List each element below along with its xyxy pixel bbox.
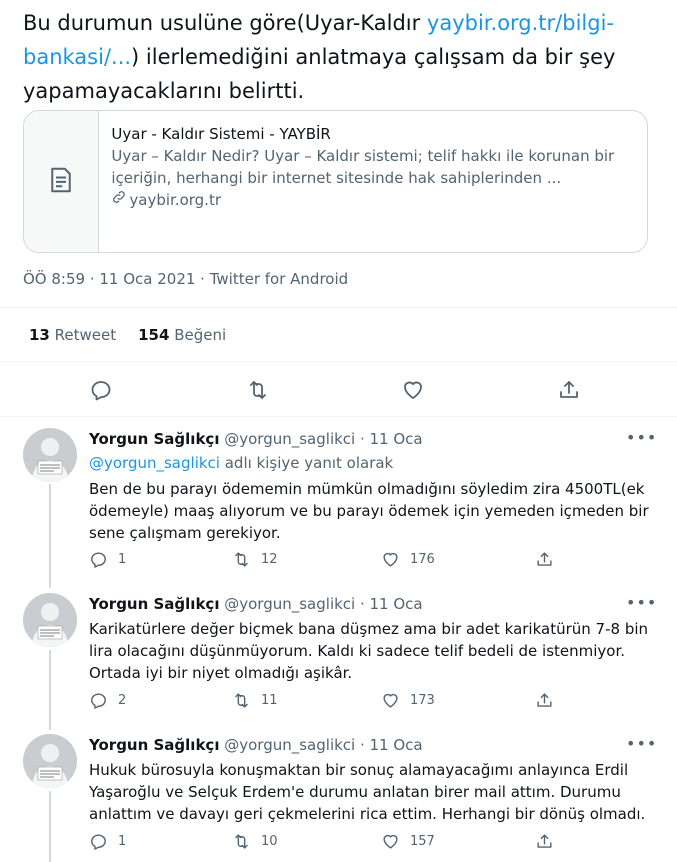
avatar[interactable] bbox=[23, 428, 77, 482]
card-description: Uyar – Kaldır Nedir? Uyar – Kaldır siste… bbox=[111, 147, 615, 187]
card-domain-text: yaybir.org.tr bbox=[129, 191, 222, 209]
tweet-timestamp[interactable]: ÖÖ 8:59 · 11 Oca 2021 · Twitter for Andr… bbox=[23, 270, 348, 288]
reply-icon bbox=[91, 552, 106, 568]
avatar[interactable] bbox=[23, 734, 77, 788]
share-icon bbox=[537, 693, 552, 707]
reply-count: 1 bbox=[118, 834, 127, 849]
retweet-icon bbox=[235, 552, 248, 567]
reply-actions: 1 10 157 bbox=[89, 832, 559, 856]
like-label: Beğeni bbox=[174, 326, 227, 344]
like-button[interactable]: 176 bbox=[381, 550, 435, 569]
tweet-stats: 13 Retweet 154 Beğeni bbox=[29, 326, 226, 344]
more-options-icon[interactable]: ••• bbox=[626, 428, 656, 447]
reply-header: Yorgun Sağlıkçı @yorgun_saglikci · 11 Oc… bbox=[89, 430, 423, 448]
link-preview-card[interactable]: Uyar - Kaldır Sistemi - YAYBİR Uyar – Ka… bbox=[23, 110, 648, 253]
retweet-button[interactable]: 10 bbox=[232, 832, 278, 851]
card-title: Uyar - Kaldır Sistemi - YAYBİR bbox=[111, 125, 331, 143]
avatar[interactable] bbox=[23, 593, 77, 647]
document-icon bbox=[46, 165, 76, 199]
card-body: Uyar - Kaldır Sistemi - YAYBİR Uyar – Ka… bbox=[99, 111, 647, 252]
thread-line bbox=[49, 484, 51, 588]
reply-button[interactable]: 2 bbox=[89, 691, 126, 710]
reply-text: Hukuk bürosuyla konuşmaktan bir sonuç al… bbox=[89, 761, 646, 823]
share-icon bbox=[537, 552, 552, 566]
more-options-icon[interactable]: ••• bbox=[626, 593, 656, 612]
author-name[interactable]: Yorgun Sağlıkçı bbox=[89, 595, 219, 613]
retweet-icon[interactable] bbox=[246, 378, 270, 402]
share-icon bbox=[537, 834, 552, 848]
reply-icon bbox=[91, 693, 106, 709]
divider bbox=[0, 361, 677, 362]
retweet-icon bbox=[235, 693, 248, 708]
card-thumbnail bbox=[24, 111, 100, 252]
reply-icon[interactable] bbox=[89, 378, 113, 402]
card-domain: yaybir.org.tr bbox=[111, 189, 635, 211]
like-button[interactable]: 173 bbox=[381, 691, 435, 710]
like-count: 173 bbox=[410, 693, 435, 708]
reply-text: Ben de bu parayı ödememin mümkün olmadığ… bbox=[89, 480, 649, 542]
retweet-stat[interactable]: 13 Retweet bbox=[29, 326, 116, 344]
reply-button[interactable]: 1 bbox=[89, 550, 126, 569]
share-icon[interactable] bbox=[557, 378, 581, 402]
like-count: 176 bbox=[410, 552, 435, 567]
reply-icon bbox=[91, 834, 106, 850]
reply-to-handle[interactable]: @yorgun_saglikci bbox=[89, 454, 220, 472]
author-name[interactable]: Yorgun Sağlıkçı bbox=[89, 736, 219, 754]
like-icon bbox=[383, 693, 398, 708]
reply-to-suffix: adlı kişiye yanıt olarak bbox=[219, 454, 394, 472]
retweet-button[interactable]: 12 bbox=[232, 550, 278, 569]
like-count: 157 bbox=[410, 834, 435, 849]
retweet-count: 10 bbox=[261, 834, 278, 849]
share-button[interactable] bbox=[535, 550, 554, 569]
main-tweet-text: Bu durumun usulüne göre(Uyar-Kaldır yayb… bbox=[23, 6, 663, 108]
retweet-button[interactable]: 11 bbox=[232, 691, 278, 710]
thread-line bbox=[49, 791, 51, 862]
divider bbox=[0, 416, 677, 417]
retweet-label: Retweet bbox=[54, 326, 117, 344]
more-options-icon[interactable]: ••• bbox=[626, 734, 656, 753]
reply-actions: 2 11 173 bbox=[89, 691, 559, 715]
main-tweet-actions bbox=[0, 372, 677, 408]
like-icon[interactable] bbox=[401, 378, 425, 402]
retweet-count: 13 bbox=[29, 326, 50, 344]
link-icon bbox=[111, 189, 127, 211]
retweet-count: 12 bbox=[261, 552, 278, 567]
tweet-text-before: Bu durumun usulüne göre(Uyar-Kaldır bbox=[23, 11, 427, 35]
reply-header: Yorgun Sağlıkçı @yorgun_saglikci · 11 Oc… bbox=[89, 595, 423, 613]
like-icon bbox=[383, 834, 398, 849]
retweet-count: 11 bbox=[261, 693, 278, 708]
like-button[interactable]: 157 bbox=[381, 832, 435, 851]
reply-count: 1 bbox=[118, 552, 127, 567]
retweet-icon bbox=[235, 834, 248, 849]
author-name[interactable]: Yorgun Sağlıkçı bbox=[89, 430, 219, 448]
like-icon bbox=[383, 552, 398, 567]
share-button[interactable] bbox=[535, 832, 554, 851]
reply-header: Yorgun Sağlıkçı @yorgun_saglikci · 11 Oc… bbox=[89, 736, 423, 754]
like-count: 154 bbox=[138, 326, 170, 344]
reply-button[interactable]: 1 bbox=[89, 832, 126, 851]
author-handle[interactable]: @yorgun_saglikci · 11 Oca bbox=[224, 430, 422, 448]
reply-context: @yorgun_saglikci adlı kişiye yanıt olara… bbox=[89, 454, 393, 472]
reply-text: Karikatürlere değer biçmek bana düşmez a… bbox=[89, 620, 649, 682]
reply-count: 2 bbox=[118, 693, 127, 708]
divider bbox=[0, 307, 677, 308]
author-handle[interactable]: @yorgun_saglikci · 11 Oca bbox=[224, 736, 422, 754]
reply-actions: 1 12 176 bbox=[89, 550, 559, 574]
author-handle[interactable]: @yorgun_saglikci · 11 Oca bbox=[224, 595, 422, 613]
share-button[interactable] bbox=[535, 691, 554, 710]
like-stat[interactable]: 154 Beğeni bbox=[138, 326, 226, 344]
thread-line bbox=[49, 650, 51, 730]
